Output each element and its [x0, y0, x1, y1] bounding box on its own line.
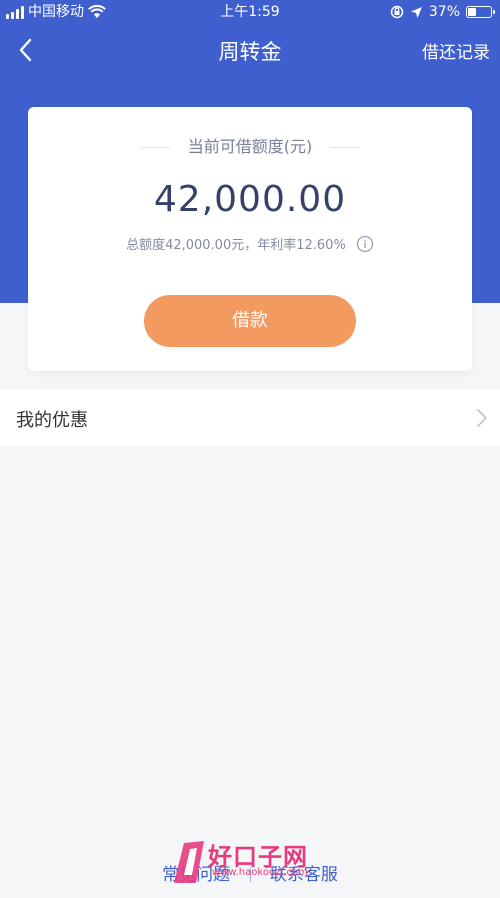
status-bar: 中国移动 上午1:59 37%	[0, 0, 500, 24]
watermark-logo-icon	[174, 841, 204, 883]
watermark-url: www.haokouzi.com	[212, 867, 308, 878]
battery-icon	[466, 6, 495, 18]
my-discounts-row[interactable]: 我的优惠	[0, 390, 500, 446]
location-arrow-icon	[410, 6, 422, 18]
nav-bar: 周转金 借还记录	[0, 26, 500, 74]
chevron-right-icon	[477, 409, 487, 427]
available-credit-label-row: 当前可借额度(元)	[28, 135, 472, 159]
credit-summary-text: 总额度42,000.00元，年利率12.60%	[126, 238, 346, 253]
available-credit-label: 当前可借额度(元)	[187, 137, 313, 156]
orientation-lock-icon	[390, 5, 404, 19]
credit-card-panel: 当前可借额度(元) 42,000.00 总额度42,000.00元，年利率12.…	[28, 107, 472, 371]
battery-percent: 37%	[428, 4, 460, 20]
watermark: 好口子网 www.haokouzi.com	[170, 837, 370, 887]
available-credit-amount: 42,000.00	[153, 179, 347, 220]
status-right: 37%	[390, 0, 495, 24]
app-screen: 中国移动 上午1:59 37% 周转金 借还记录 当前可借额度(元) 42,00…	[0, 0, 500, 898]
info-icon[interactable]	[356, 235, 374, 253]
credit-summary: 总额度42,000.00元，年利率12.60%	[28, 235, 472, 257]
borrow-history-link[interactable]: 借还记录	[422, 38, 490, 63]
label-divider-left	[140, 147, 170, 148]
my-discounts-label: 我的优惠	[16, 410, 88, 431]
borrow-button[interactable]: 借款	[144, 295, 356, 347]
label-divider-right	[330, 147, 360, 148]
